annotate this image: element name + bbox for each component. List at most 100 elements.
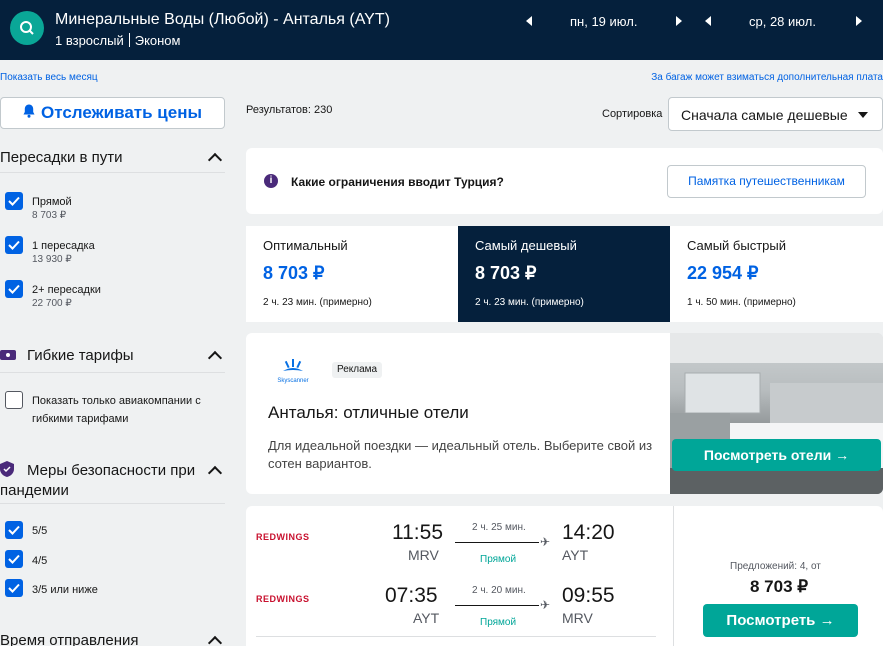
tab-price: 22 954 ₽	[687, 263, 759, 283]
ad-title: Анталья: отличные отели	[268, 403, 469, 422]
leg-stops: Прямой	[480, 554, 517, 565]
tab-price: 8 703 ₽	[475, 263, 537, 283]
tab-label: Оптимальный	[263, 238, 348, 253]
passengers-info[interactable]: 1 взрослый Эконом	[55, 33, 180, 48]
hotel-ad-card[interactable]: Skyscanner Реклама Анталья: отличные оте…	[246, 333, 883, 494]
depart-prev-icon[interactable]	[526, 16, 532, 26]
flex-tickets-icon	[0, 348, 16, 367]
baggage-note-link[interactable]: За багаж может взиматься дополнительная …	[651, 72, 883, 83]
leg-dep-code: AYT	[413, 610, 440, 626]
ad-text: Для идеальной поездки — идеальный отель.…	[268, 438, 653, 471]
leg-duration: 2 ч. 25 мин.	[472, 522, 526, 533]
flex-only-label-1: Показать только авиакомпании с	[32, 395, 201, 407]
divider	[0, 503, 225, 504]
search-header: Минеральные Воды (Любой) - Анталья (AYT)…	[0, 0, 883, 60]
caret-down-icon	[858, 112, 868, 118]
flex-only-label-2: гибкими тарифами	[32, 413, 129, 425]
show-month-link[interactable]: Показать весь месяц	[0, 72, 98, 83]
leg-line	[455, 542, 539, 543]
tab-duration: 1 ч. 50 мин. (примерно)	[687, 297, 796, 308]
arrow-right-icon: →	[819, 612, 835, 629]
arrow-right-icon: →	[835, 447, 850, 463]
flex-only-checkbox[interactable]	[5, 391, 23, 409]
flight-result-card[interactable]: REDWINGS 11:55 MRV 2 ч. 25 мин. ✈ Прямой…	[246, 506, 883, 646]
leg-arr-time: 14:20	[562, 521, 615, 544]
track-prices-label: Отслеживать цены	[41, 103, 202, 122]
chevron-up-icon[interactable]	[207, 152, 223, 168]
leg-duration: 2 ч. 20 мин.	[472, 585, 526, 596]
safety-3-checkbox[interactable]	[5, 579, 23, 597]
safety-4-label: 4/5	[32, 555, 48, 567]
view-hotels-label: Посмотреть отели	[703, 447, 832, 463]
stops-one-price: 13 930 ₽	[32, 254, 72, 265]
passengers-count: 1 взрослый	[55, 33, 124, 48]
ad-badge: Реклама	[332, 362, 383, 378]
departure-filter-title[interactable]: Время отправления	[0, 632, 139, 646]
chevron-up-icon[interactable]	[207, 465, 223, 481]
skyscanner-logo: Skyscanner	[273, 357, 313, 385]
plane-icon: ✈	[540, 598, 551, 612]
stops-direct-label: Прямой	[32, 196, 72, 208]
search-icon[interactable]	[10, 11, 44, 45]
plane-icon: ✈	[540, 535, 551, 549]
stops-two-plus-price: 22 700 ₽	[32, 298, 72, 309]
tab-cheapest[interactable]: Самый дешевый 8 703 ₽ 2 ч. 23 мин. (прим…	[458, 226, 670, 322]
view-flight-label: Посмотреть	[726, 612, 816, 629]
sort-value: Сначала самые дешевые	[681, 107, 848, 123]
divider	[0, 372, 225, 373]
safety-filter-title-2[interactable]: пандемии	[0, 482, 69, 499]
skyscanner-logo-text: Skyscanner	[277, 378, 308, 384]
airline-logo-redwings: REDWINGS	[256, 532, 310, 542]
tab-price: 8 703 ₽	[263, 263, 325, 283]
leg-arr-code: MRV	[562, 610, 593, 626]
view-flight-button[interactable]: Посмотреть →	[703, 604, 858, 637]
return-next-icon[interactable]	[856, 16, 862, 26]
safety-3-label: 3/5 или ниже	[32, 584, 98, 596]
tab-label: Самый дешевый	[475, 238, 577, 253]
return-date[interactable]: ср, 28 июл.	[749, 14, 816, 29]
info-icon: i	[264, 174, 278, 188]
bell-icon	[23, 103, 35, 123]
leg-stops: Прямой	[480, 617, 517, 628]
tab-fastest[interactable]: Самый быстрый 22 954 ₽ 1 ч. 50 мин. (при…	[670, 226, 883, 322]
view-hotels-button[interactable]: Посмотреть отели →	[672, 439, 881, 471]
sort-tabs: Оптимальный 8 703 ₽ 2 ч. 23 мин. (пример…	[246, 226, 883, 322]
stops-direct-checkbox[interactable]	[5, 192, 23, 210]
divider	[673, 506, 674, 646]
leg-arr-time: 09:55	[562, 584, 615, 607]
divider	[0, 172, 225, 173]
safety-filter-title-1[interactable]: Меры безопасности при	[27, 462, 195, 479]
leg-line	[455, 605, 539, 606]
sort-select[interactable]: Сначала самые дешевые	[668, 97, 883, 131]
route-title[interactable]: Минеральные Воды (Любой) - Анталья (AYT)	[55, 11, 390, 29]
stops-two-plus-checkbox[interactable]	[5, 280, 23, 298]
stops-one-label: 1 пересадка	[32, 240, 95, 252]
depart-next-icon[interactable]	[676, 16, 682, 26]
depart-date[interactable]: пн, 19 июл.	[570, 14, 637, 29]
tab-optimal[interactable]: Оптимальный 8 703 ₽ 2 ч. 23 мин. (пример…	[246, 226, 458, 322]
stops-two-plus-label: 2+ пересадки	[32, 284, 101, 296]
notice-text: Какие ограничения вводит Турция?	[291, 175, 504, 189]
return-prev-icon[interactable]	[705, 16, 711, 26]
sort-label: Сортировка	[602, 108, 663, 120]
flex-filter-title[interactable]: Гибкие тарифы	[27, 347, 134, 364]
chevron-up-icon[interactable]	[207, 350, 223, 366]
tab-duration: 2 ч. 23 мин. (примерно)	[475, 297, 584, 308]
offer-price: 8 703 ₽	[750, 577, 809, 596]
safety-5-checkbox[interactable]	[5, 521, 23, 539]
safety-4-checkbox[interactable]	[5, 550, 23, 568]
track-prices-button[interactable]: Отслеживать цены	[0, 97, 225, 129]
safety-5-label: 5/5	[32, 525, 48, 537]
offers-count: Предложений: 4, от	[730, 561, 821, 572]
leg-dep-time: 07:35	[385, 584, 438, 607]
travel-memo-button[interactable]: Памятка путешественникам	[667, 165, 866, 198]
divider	[256, 636, 656, 637]
stops-direct-price: 8 703 ₽	[32, 210, 67, 221]
leg-arr-code: AYT	[562, 547, 589, 563]
shield-icon	[0, 461, 14, 482]
leg-dep-code: MRV	[408, 547, 439, 563]
stops-one-checkbox[interactable]	[5, 236, 23, 254]
stops-filter-title[interactable]: Пересадки в пути	[0, 149, 123, 166]
tab-duration: 2 ч. 23 мин. (примерно)	[263, 297, 372, 308]
chevron-up-icon[interactable]	[207, 635, 223, 646]
